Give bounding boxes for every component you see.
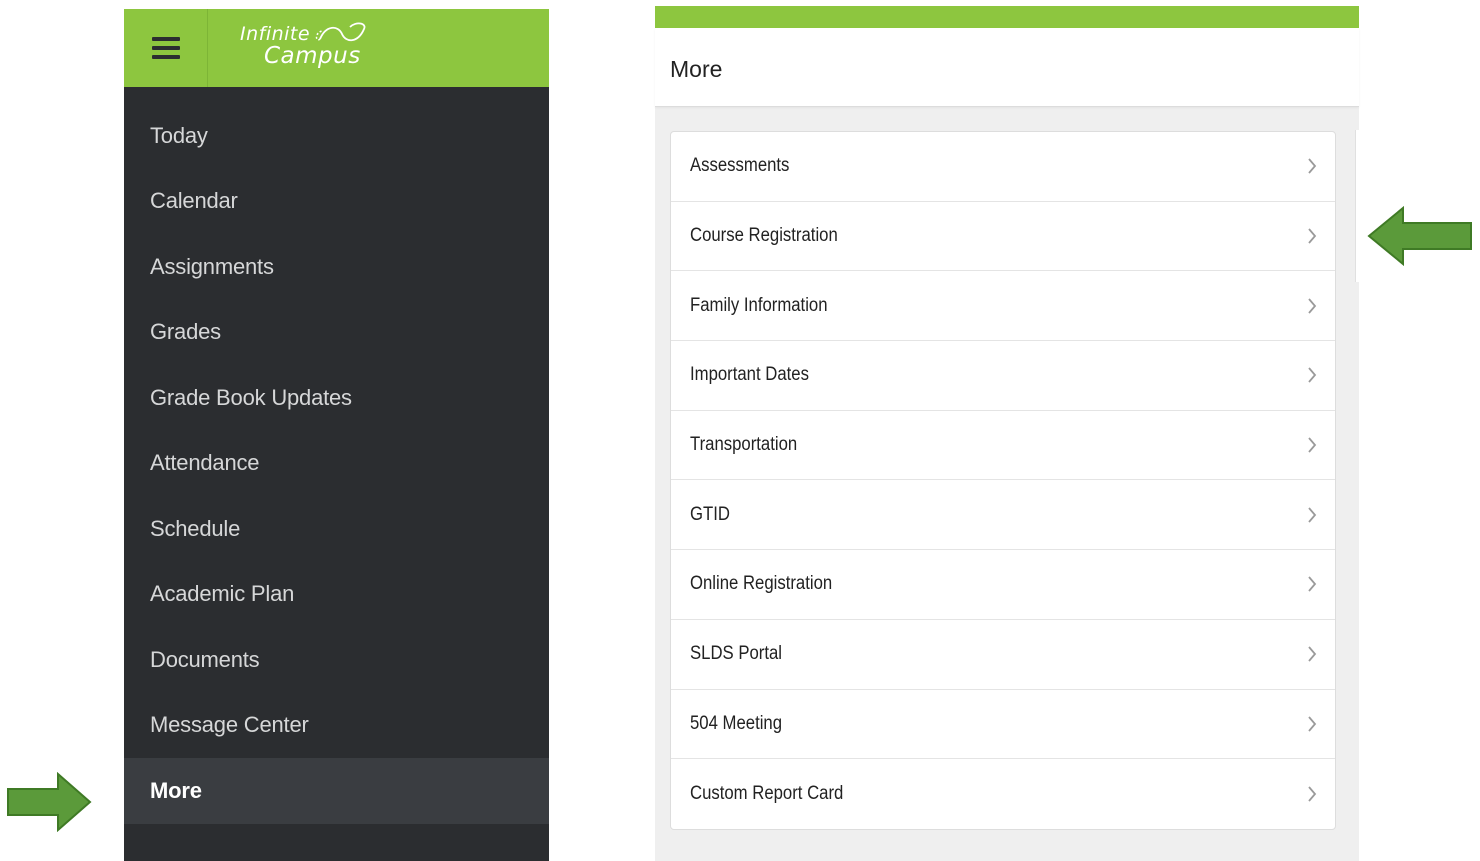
list-item-label: GTID [690,503,730,525]
sidebar-item-assignments[interactable]: Assignments [124,234,549,300]
page-title: More [670,56,723,82]
chevron-right-icon [1308,716,1317,732]
page-header: More [655,28,1359,107]
sidebar-item-schedule[interactable]: Schedule [124,496,549,562]
list-item-label: Course Registration [690,225,838,247]
list-item-label: Custom Report Card [690,783,844,805]
side-panel-edge [1355,130,1361,282]
sidebar-item-label: Assignments [150,253,274,279]
sidebar-item-documents[interactable]: Documents [124,627,549,693]
sidebar-item-label: Today [150,122,208,148]
sidebar-item-academic-plan[interactable]: Academic Plan [124,562,549,628]
more-item-important-dates[interactable]: Important Dates [671,341,1335,411]
more-item-504-meeting[interactable]: 504 Meeting [671,690,1335,760]
sidebar-item-label: Attendance [150,450,260,476]
list-item-label: Online Registration [690,573,833,595]
sidebar-item-label: Academic Plan [150,581,295,607]
list-item-label: Family Information [690,294,828,316]
more-item-online-registration[interactable]: Online Registration [671,550,1335,620]
chevron-right-icon [1308,576,1317,593]
app-header: Infinite Campus [124,9,549,87]
more-item-transportation[interactable]: Transportation [671,411,1335,481]
sidebar-item-message-center[interactable]: Message Center [124,693,549,759]
sidebar-item-calendar[interactable]: Calendar [124,169,549,235]
main-panel: More Assessments Course Registration Fam… [655,6,1359,861]
sidebar-item-attendance[interactable]: Attendance [124,431,549,497]
sidebar-item-label: Grade Book Updates [150,384,352,410]
list-item-label: 504 Meeting [690,712,783,734]
sidebar-item-grade-book-updates[interactable]: Grade Book Updates [124,365,549,431]
more-item-assessments[interactable]: Assessments [671,132,1335,202]
sidebar-item-label: Schedule [150,515,241,541]
list-item-label: Transportation [690,434,798,456]
sidebar-item-more[interactable]: More [124,758,549,824]
more-item-family-information[interactable]: Family Information [671,271,1335,342]
more-item-custom-report-card[interactable]: Custom Report Card [671,759,1335,829]
sidebar-item-label: Grades [150,319,221,345]
chevron-right-icon [1308,646,1317,662]
sidebar-nav: Today Calendar Assignments Grades Grade … [124,103,549,824]
sidebar-item-label: More [150,777,202,803]
chevron-right-icon [1308,437,1317,453]
list-item-label: Important Dates [690,364,809,386]
sidebar-item-label: Message Center [150,712,309,738]
menu-toggle-button[interactable] [124,9,208,87]
chevron-right-icon [1308,786,1317,802]
more-item-slds-portal[interactable]: SLDS Portal [671,620,1335,690]
sidebar-item-grades[interactable]: Grades [124,300,549,366]
more-item-gtid[interactable]: GTID [671,480,1335,551]
more-menu-list: Assessments Course Registration Family I… [670,131,1336,830]
infinite-campus-logo: Infinite Campus [236,17,396,77]
list-item-label: SLDS Portal [690,643,783,665]
sidebar-item-label: Documents [150,646,260,672]
arrow-left-icon [1367,206,1472,266]
chevron-right-icon [1308,507,1317,523]
chevron-right-icon [1308,228,1317,244]
sidebar: Infinite Campus Today Calendar Assignmen… [124,9,549,861]
more-item-course-registration[interactable]: Course Registration [671,202,1335,272]
list-item-label: Assessments [690,155,790,177]
chevron-right-icon [1308,158,1317,174]
infinity-logo-icon [315,22,366,42]
sidebar-item-today[interactable]: Today [124,103,549,169]
hamburger-icon [151,37,180,59]
arrow-right-icon [7,772,92,832]
sidebar-item-label: Calendar [150,188,238,214]
chevron-right-icon [1308,367,1317,383]
chevron-right-icon [1308,298,1317,314]
top-accent-bar [655,6,1359,28]
